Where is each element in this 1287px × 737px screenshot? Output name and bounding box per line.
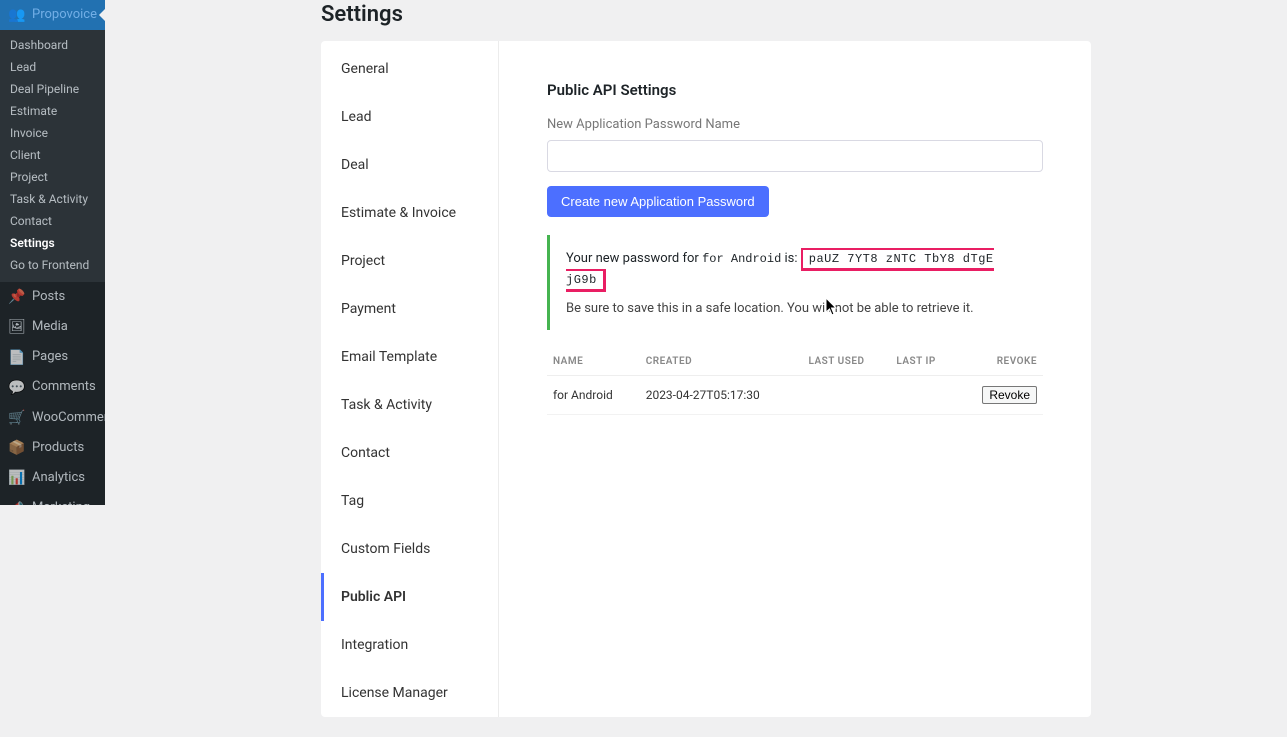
- marketing-icon: 📣: [8, 500, 26, 506]
- sidebar-item-pages[interactable]: 📄 Pages: [0, 343, 105, 373]
- cell-last-used: [803, 375, 891, 414]
- comment-icon: 💬: [8, 379, 26, 397]
- propovoice-submenu: Dashboard Lead Deal Pipeline Estimate In…: [0, 30, 105, 282]
- app-name-code: for Android: [702, 252, 781, 266]
- sub-item-deal-pipeline[interactable]: Deal Pipeline: [0, 78, 105, 100]
- tab-contact[interactable]: Contact: [321, 429, 498, 477]
- sidebar-item-label: Marketing: [32, 500, 90, 505]
- sidebar-item-label: WooCommerce: [32, 410, 105, 427]
- tab-public-api[interactable]: Public API: [321, 573, 498, 621]
- sub-item-contact[interactable]: Contact: [0, 210, 105, 232]
- sub-item-dashboard[interactable]: Dashboard: [0, 34, 105, 56]
- tab-estimate-invoice[interactable]: Estimate & Invoice: [321, 189, 498, 237]
- sidebar-item-label: Analytics: [32, 470, 85, 487]
- sidebar-item-marketing[interactable]: 📣 Marketing: [0, 494, 105, 506]
- sidebar-item-posts[interactable]: 📌 Posts: [0, 282, 105, 312]
- sidebar-item-products[interactable]: 📦 Products: [0, 433, 105, 463]
- tab-project[interactable]: Project: [321, 237, 498, 285]
- sub-item-client[interactable]: Client: [0, 144, 105, 166]
- notice-line-1: Your new password for for Android is: pa…: [566, 249, 1027, 291]
- cell-created: 2023-04-27T05:17:30: [640, 375, 803, 414]
- tab-payment[interactable]: Payment: [321, 285, 498, 333]
- cell-revoke: Revoke: [957, 375, 1043, 414]
- tab-tag[interactable]: Tag: [321, 477, 498, 525]
- notice-is: is:: [785, 251, 801, 266]
- sidebar-item-comments[interactable]: 💬 Comments: [0, 373, 105, 403]
- tab-task-activity[interactable]: Task & Activity: [321, 381, 498, 429]
- col-last-ip: Last IP: [890, 348, 956, 376]
- settings-card: General Lead Deal Estimate & Invoice Pro…: [321, 41, 1091, 717]
- col-last-used: Last Used: [803, 348, 891, 376]
- analytics-icon: 📊: [8, 469, 26, 487]
- sub-item-settings[interactable]: Settings: [0, 232, 105, 254]
- notice-line-2: Be sure to save this in a safe location.…: [566, 301, 1027, 316]
- page-icon: 📄: [8, 349, 26, 367]
- tab-custom-fields[interactable]: Custom Fields: [321, 525, 498, 573]
- main-content: Settings General Lead Deal Estimate & In…: [105, 0, 1287, 737]
- tab-integration[interactable]: Integration: [321, 621, 498, 669]
- sub-item-invoice[interactable]: Invoice: [0, 122, 105, 144]
- app-name-label: New Application Password Name: [547, 117, 1043, 132]
- sub-item-lead[interactable]: Lead: [0, 56, 105, 78]
- cell-last-ip: [890, 375, 956, 414]
- table-row: for Android 2023-04-27T05:17:30 Revoke: [547, 375, 1043, 414]
- product-icon: 📦: [8, 439, 26, 457]
- sidebar-item-label: Pages: [32, 349, 68, 366]
- app-name-input[interactable]: [547, 140, 1043, 172]
- sidebar-item-woocommerce[interactable]: 🛒 WooCommerce: [0, 403, 105, 433]
- settings-content: Public API Settings New Application Pass…: [499, 41, 1091, 717]
- tab-email-template[interactable]: Email Template: [321, 333, 498, 381]
- sub-item-estimate[interactable]: Estimate: [0, 100, 105, 122]
- pin-icon: 📌: [8, 288, 26, 306]
- sidebar-item-propovoice[interactable]: 👥 Propovoice: [0, 0, 105, 30]
- tab-license-manager[interactable]: License Manager: [321, 669, 498, 717]
- tab-deal[interactable]: Deal: [321, 141, 498, 189]
- new-password-notice: Your new password for for Android is: pa…: [547, 235, 1043, 330]
- cell-name: for Android: [547, 375, 640, 414]
- col-created: Created: [640, 348, 803, 376]
- propovoice-icon: 👥: [8, 6, 26, 24]
- sidebar-item-label: Products: [32, 440, 84, 457]
- sidebar-item-analytics[interactable]: 📊 Analytics: [0, 463, 105, 493]
- sub-item-go-frontend[interactable]: Go to Frontend: [0, 254, 105, 276]
- tab-general[interactable]: General: [321, 45, 498, 93]
- section-title: Public API Settings: [547, 81, 1043, 99]
- sidebar-item-media[interactable]: 🖼 Media: [0, 312, 105, 342]
- settings-tabs: General Lead Deal Estimate & Invoice Pro…: [321, 41, 499, 717]
- wordpress-admin-sidebar: 👥 Propovoice Dashboard Lead Deal Pipelin…: [0, 0, 105, 505]
- col-revoke: Revoke: [957, 348, 1043, 376]
- sidebar-item-label: Media: [32, 319, 68, 336]
- sidebar-item-label: Comments: [32, 379, 96, 396]
- tab-lead[interactable]: Lead: [321, 93, 498, 141]
- sidebar-item-label: Propovoice: [32, 7, 97, 24]
- notice-prefix: Your new password for: [566, 251, 702, 266]
- page-title: Settings: [105, 0, 1287, 27]
- revoke-button[interactable]: Revoke: [982, 386, 1037, 404]
- media-icon: 🖼: [8, 318, 26, 336]
- woo-icon: 🛒: [8, 409, 26, 427]
- col-name: Name: [547, 348, 640, 376]
- sidebar-item-label: Posts: [32, 289, 65, 306]
- sub-item-task-activity[interactable]: Task & Activity: [0, 188, 105, 210]
- app-passwords-table: Name Created Last Used Last IP Revoke fo…: [547, 348, 1043, 415]
- create-password-button[interactable]: Create new Application Password: [547, 186, 769, 217]
- sub-item-project[interactable]: Project: [0, 166, 105, 188]
